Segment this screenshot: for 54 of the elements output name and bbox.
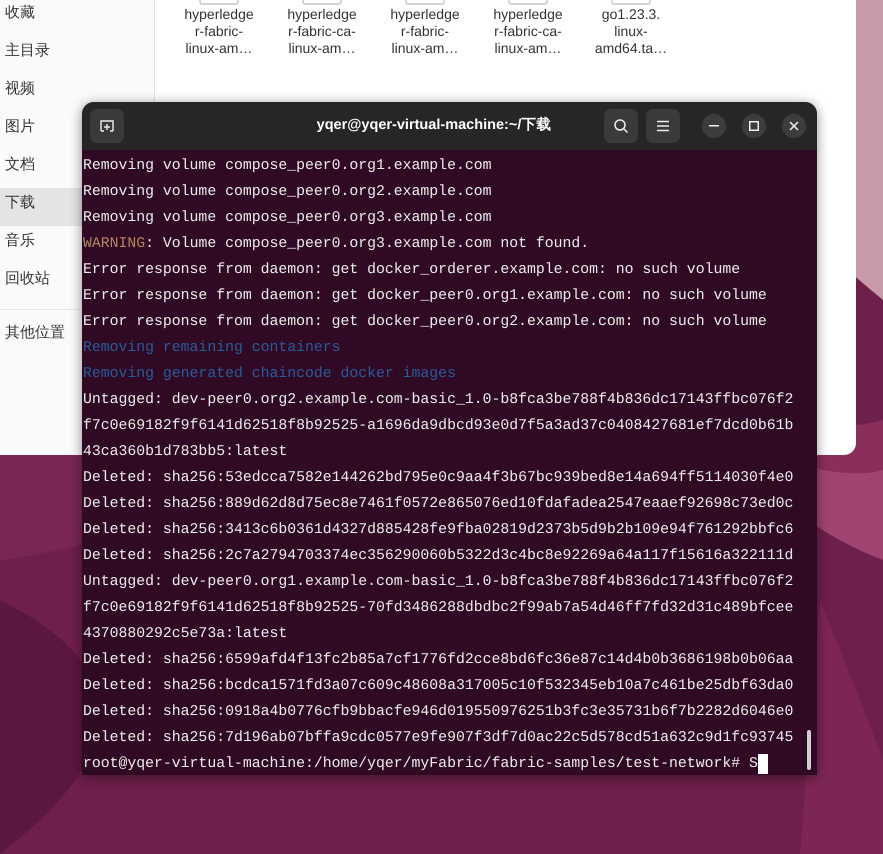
file-name[interactable]: hyperledge r-fabric-ca- linux-am…	[478, 6, 578, 57]
terminal-line: Error response from daemon: get docker_peer0.org1.example.com: no such volume	[83, 288, 767, 304]
terminal-line: 43ca360b1d783bb5:latest	[83, 444, 288, 460]
terminal-line: Removing generated chaincode docker images	[83, 366, 456, 382]
menu-icon	[656, 120, 670, 132]
sidebar-item[interactable]: 文档	[5, 152, 35, 176]
terminal-line: Error response from daemon: get docker_peer0.org2.example.com: no such volume	[83, 314, 767, 330]
search-button[interactable]	[604, 109, 638, 143]
scrollbar[interactable]	[807, 730, 811, 770]
terminal-line: Deleted: sha256:3413c6b0361d4327d885428fe9fba02819d2373b5d9b2b109e94f761292bbfc6	[83, 522, 794, 538]
terminal-line: Deleted: sha256:0918a4b0776cfb9bbacfe946d019550976251b3fc3e35731b6f7b2282d6046e0	[83, 704, 794, 720]
file-name[interactable]: hyperledge r-fabric- linux-am…	[169, 6, 269, 57]
terminal-line: Deleted: sha256:889d62d8d75ec8e7461f0572e865076ed10fdafadea2547eaaef92698c73ed0c	[83, 496, 794, 512]
sidebar-item[interactable]: 图片	[5, 114, 35, 138]
command-prompt: root@yqer-virtual-machine:/home/yqer/myFabric/fabric-samples/test-network#	[83, 755, 742, 774]
close-button[interactable]	[782, 114, 806, 138]
file-name[interactable]: go1.23.3. linux- amd64.ta…	[581, 6, 681, 57]
new-tab-icon	[99, 118, 115, 134]
sidebar-item[interactable]: 下载	[5, 190, 35, 214]
search-icon	[613, 118, 629, 134]
sidebar-item[interactable]: 音乐	[5, 228, 35, 252]
sidebar-item[interactable]: 视频	[5, 76, 35, 100]
sidebar-item[interactable]: 收藏	[5, 0, 35, 24]
close-icon	[789, 121, 799, 131]
terminal-line: Removing volume compose_peer0.org1.example.com	[83, 158, 492, 174]
terminal-line: Removing volume compose_peer0.org3.example.com	[83, 210, 492, 226]
terminal-line: Untagged: dev-peer0.org2.example.com-basic_1.0-b8fca3be788f4b836dc17143ffbc076f2	[83, 392, 794, 408]
terminal-line: Removing volume compose_peer0.org2.example.com	[83, 184, 492, 200]
minimize-button[interactable]	[702, 114, 726, 138]
minimize-icon	[709, 125, 719, 127]
sidebar-item[interactable]: 回收站	[5, 266, 50, 290]
cursor	[758, 754, 768, 774]
maximize-button[interactable]	[742, 114, 766, 138]
terminal-line: f7c0e69182f9f6141d62518f8b92525-70fd3486288dbdbc2f99ab7a54d46ff7fd32d31c489bfcee	[83, 600, 794, 616]
terminal-line: Untagged: dev-peer0.org1.example.com-basic_1.0-b8fca3be788f4b836dc17143ffbc076f2	[83, 574, 794, 590]
file-name[interactable]: hyperledge r-fabric- linux-am…	[375, 6, 475, 57]
file-name[interactable]: hyperledge r-fabric-ca- linux-am…	[272, 6, 372, 57]
terminal-line: Removing remaining containers	[83, 340, 341, 356]
terminal-line: WARNING: Volume compose_peer0.org3.example.com not found.	[83, 236, 590, 252]
sidebar-item[interactable]: 主目录	[5, 38, 50, 62]
terminal-line: Error response from daemon: get docker_orderer.example.com: no such volume	[83, 262, 740, 278]
command-input[interactable]: S	[748, 751, 758, 775]
terminal-line: f7c0e69182f9f6141d62518f8b92525-a1696da9dbcd93e0d7f5a3ad37c0408427681ef7dcd0b61b	[83, 418, 794, 434]
terminal-line: 4370880292c5e73a:latest	[83, 626, 288, 642]
terminal-line: Deleted: sha256:2c7a2794703374ec356290060b5322d3c4bc8e92269a64a117f15616a322111d	[83, 548, 794, 564]
new-tab-button[interactable]	[90, 109, 124, 143]
menu-button[interactable]	[646, 109, 680, 143]
terminal-line: Deleted: sha256:6599afd4f13fc2b85a7cf1776fd2cce8bd6fc36e87c14d4b0b3686198b0b06aa	[83, 652, 794, 668]
sidebar-item[interactable]: 其他位置	[5, 320, 65, 344]
terminal-line: Deleted: sha256:53edcca7582e144262bd795e0c9aa4f3b67bc939bed8e14a694ff5114030f4e0	[83, 470, 794, 486]
window-title: yqer@yqer-virtual-machine:~/下载	[316, 116, 552, 136]
terminal-line: Deleted: sha256:bcdca1571fd3a07c609c48608a317005c10f532345eb10a7c461be25dbf63da0	[83, 678, 794, 694]
maximize-icon	[749, 121, 759, 131]
terminal-line: Deleted: sha256:7d196ab07bffa9cdc0577e9fe907f3df7d0ac22c5d578cd51a632c9d1fc93745	[83, 730, 794, 746]
